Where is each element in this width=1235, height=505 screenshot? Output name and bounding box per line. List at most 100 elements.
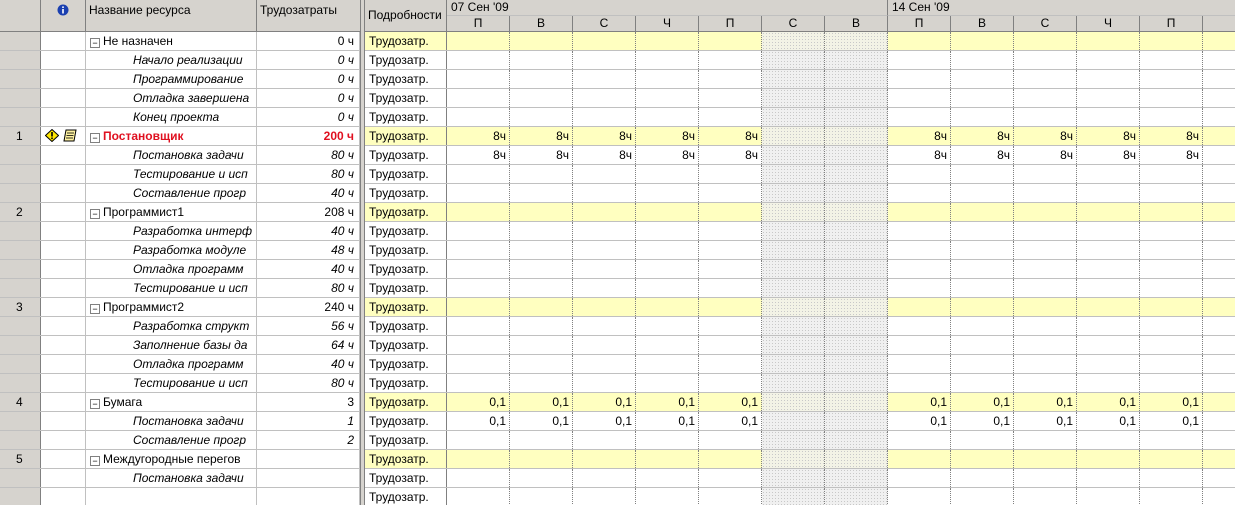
work-value-cell[interactable] [825, 298, 888, 316]
work-value-cell[interactable] [825, 260, 888, 278]
work-value-cell[interactable] [636, 374, 699, 392]
work-value-cell[interactable] [951, 488, 1014, 505]
work-value-cell[interactable] [951, 222, 1014, 240]
row-id-cell[interactable] [0, 108, 41, 126]
work-value-cell[interactable]: 8ч [510, 146, 573, 164]
work-value-cell[interactable] [1203, 279, 1235, 297]
work-value-cell[interactable] [1014, 184, 1077, 202]
work-value-cell[interactable] [825, 355, 888, 373]
work-value-cell[interactable] [699, 469, 762, 487]
work-value-cell[interactable] [951, 70, 1014, 88]
work-value-cell[interactable] [951, 108, 1014, 126]
work-value-cell[interactable] [573, 431, 636, 449]
work-value-cell[interactable] [1203, 298, 1235, 316]
work-value-cell[interactable]: 0,1 [447, 393, 510, 411]
work-value-cell[interactable] [447, 298, 510, 316]
detail-label-cell[interactable]: Трудозатр. [365, 279, 447, 297]
work-value-cell[interactable] [636, 51, 699, 69]
id-column-header[interactable] [0, 0, 41, 31]
work-cell[interactable]: 40 ч [257, 355, 360, 373]
work-value-cell[interactable] [762, 203, 825, 221]
resource-name-cell[interactable]: Отладка программ [86, 355, 257, 373]
work-value-cell[interactable] [573, 260, 636, 278]
work-value-cell[interactable] [636, 279, 699, 297]
work-value-cell[interactable] [825, 165, 888, 183]
work-value-cell[interactable] [1077, 241, 1140, 259]
work-value-cell[interactable] [510, 336, 573, 354]
work-value-cell[interactable]: 8ч [447, 146, 510, 164]
work-value-cell[interactable] [825, 241, 888, 259]
work-value-cell[interactable] [1140, 317, 1203, 335]
work-value-cell[interactable] [636, 431, 699, 449]
resource-name-cell[interactable]: − Программист1 [86, 203, 257, 221]
work-value-cell[interactable] [1203, 355, 1235, 373]
assignment-row[interactable]: Разработка интерф 40 ч [0, 222, 360, 241]
work-value-cell[interactable] [447, 203, 510, 221]
work-value-cell[interactable] [1140, 374, 1203, 392]
work-value-cell[interactable] [573, 298, 636, 316]
work-value-cell[interactable] [699, 488, 762, 505]
detail-label-cell[interactable]: Трудозатр. [365, 89, 447, 107]
work-cell[interactable]: 208 ч [257, 203, 360, 221]
work-value-cell[interactable] [888, 70, 951, 88]
work-value-cell[interactable] [762, 241, 825, 259]
work-value-cell[interactable] [699, 184, 762, 202]
work-value-cell[interactable]: 0,1 [951, 393, 1014, 411]
work-value-cell[interactable] [1077, 70, 1140, 88]
work-value-cell[interactable] [1077, 165, 1140, 183]
work-value-cell[interactable] [951, 374, 1014, 392]
work-value-cell[interactable] [1203, 393, 1235, 411]
work-value-cell[interactable] [951, 279, 1014, 297]
work-value-cell[interactable] [1014, 374, 1077, 392]
work-value-cell[interactable] [951, 298, 1014, 316]
work-value-cell[interactable] [1140, 298, 1203, 316]
resource-name-cell[interactable]: − Междугородные перегов [86, 450, 257, 468]
work-value-cell[interactable] [951, 450, 1014, 468]
row-id-cell[interactable] [0, 260, 41, 278]
work-value-cell[interactable]: 0,1 [951, 412, 1014, 430]
work-cell[interactable]: 40 ч [257, 184, 360, 202]
work-value-cell[interactable] [762, 488, 825, 505]
row-id-cell[interactable] [0, 355, 41, 373]
work-value-cell[interactable] [1203, 241, 1235, 259]
collapse-toggle-icon[interactable]: − [90, 304, 100, 314]
work-value-cell[interactable]: 0,1 [510, 412, 573, 430]
work-value-cell[interactable] [825, 317, 888, 335]
name-column-header[interactable]: Название ресурса [86, 0, 257, 31]
resource-name-cell[interactable]: Составление прогр [86, 184, 257, 202]
work-value-cell[interactable] [888, 51, 951, 69]
work-value-cell[interactable] [825, 374, 888, 392]
resource-name-cell[interactable]: Отладка программ [86, 260, 257, 278]
work-value-cell[interactable] [447, 165, 510, 183]
assignment-row[interactable]: Разработка структ 56 ч [0, 317, 360, 336]
resource-row[interactable]: 4− Бумага 3 [0, 393, 360, 412]
work-value-cell[interactable] [888, 374, 951, 392]
work-value-cell[interactable] [1140, 355, 1203, 373]
work-value-cell[interactable] [510, 260, 573, 278]
work-value-cell[interactable] [762, 222, 825, 240]
detail-label-cell[interactable]: Трудозатр. [365, 203, 447, 221]
detail-label-cell[interactable]: Трудозатр. [365, 469, 447, 487]
work-cell[interactable] [257, 488, 360, 505]
work-value-cell[interactable] [951, 469, 1014, 487]
work-value-cell[interactable] [951, 51, 1014, 69]
assignment-row[interactable]: Начало реализации 0 ч [0, 51, 360, 70]
work-value-cell[interactable] [1203, 146, 1235, 164]
resource-name-cell[interactable]: Отладка завершена [86, 89, 257, 107]
work-value-cell[interactable] [762, 450, 825, 468]
work-value-cell[interactable]: 0,1 [573, 393, 636, 411]
work-value-cell[interactable] [1140, 488, 1203, 505]
detail-label-cell[interactable]: Трудозатр. [365, 431, 447, 449]
work-value-cell[interactable] [1140, 279, 1203, 297]
resource-name-cell[interactable]: Разработка модуле [86, 241, 257, 259]
row-id-cell[interactable] [0, 89, 41, 107]
work-value-cell[interactable] [951, 32, 1014, 50]
work-value-cell[interactable]: 0,1 [1014, 393, 1077, 411]
work-value-cell[interactable] [699, 241, 762, 259]
work-cell[interactable]: 80 ч [257, 146, 360, 164]
work-value-cell[interactable] [573, 222, 636, 240]
work-value-cell[interactable]: 8ч [699, 127, 762, 145]
resource-name-cell[interactable]: − Программист2 [86, 298, 257, 316]
work-cell[interactable]: 0 ч [257, 51, 360, 69]
work-value-cell[interactable] [888, 450, 951, 468]
